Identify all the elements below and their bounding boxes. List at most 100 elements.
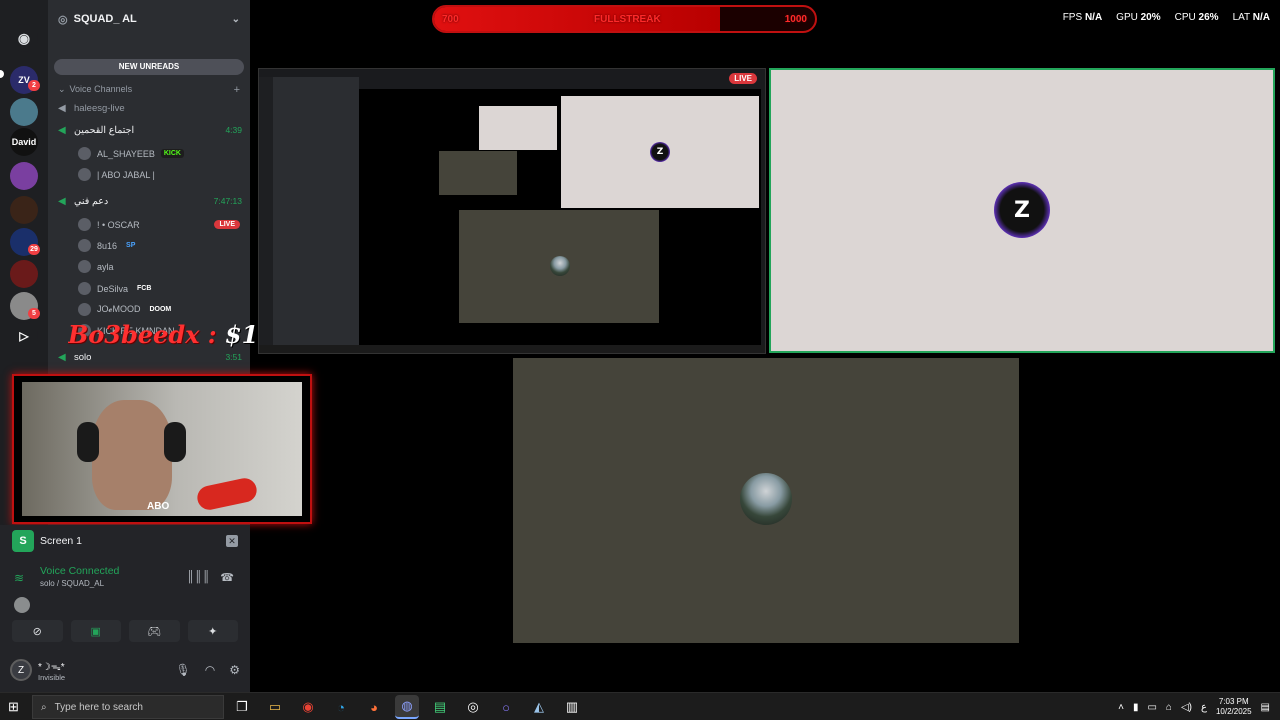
participant-tile[interactable] [513, 358, 1019, 643]
chevron-up-icon[interactable]: ˄ [1118, 702, 1124, 713]
avatar [78, 239, 91, 252]
language-indicator[interactable]: ع [1201, 702, 1207, 713]
voice-user[interactable]: 8u16 SP [78, 237, 240, 254]
channel-timer: 7:47:13 [213, 196, 242, 206]
mic-icon[interactable]: 🎙︎ [176, 663, 191, 677]
new-unreads-button[interactable]: NEW UNREADS [54, 59, 244, 75]
desktop: ◉ ZV 2 David 29 5 ▷ ◎ SQUAD_ AL ⌄ NEW UN… [0, 0, 1280, 720]
file-explorer-icon[interactable]: ▭ [263, 695, 287, 719]
voice-user[interactable]: ! • OSCAR LIVE [78, 216, 240, 233]
obs-icon[interactable]: ◎ [461, 695, 485, 719]
logo-avatar: Z [994, 182, 1050, 238]
screen-share-icon: S [12, 530, 34, 552]
server-header[interactable]: ◎ SQUAD_ AL ⌄ [48, 0, 250, 38]
doom-tag: DOOM [149, 306, 172, 313]
discord-home-icon[interactable]: ◉ [10, 24, 38, 52]
system-tray: ˄ ▮ ▭ ⌂ ◁) ع 7:03 PM 10/2/2025 ▤ [1118, 696, 1270, 718]
voice-user[interactable]: JO𝓮MOOD DOOM [78, 301, 240, 318]
user-name: DeSilva [97, 283, 129, 294]
participant-tile-speaking[interactable]: Z [769, 68, 1275, 353]
user-controls: 🎙︎ ◠ ⚙ [176, 663, 240, 677]
voice-channel[interactable]: ◀ اجتماع القحمين 4:39 [58, 122, 242, 138]
voice-connected-label[interactable]: Voice Connected [40, 565, 119, 577]
server-icon-7[interactable] [10, 260, 38, 288]
share-screen-button[interactable]: ▣ [70, 620, 121, 642]
app-green-icon[interactable]: ▤ [428, 695, 452, 719]
edge-icon[interactable]: ◔ [329, 695, 353, 719]
cpu-stat: CPU 26% [1174, 12, 1219, 23]
user-name: AL_SHAYEEB [97, 148, 155, 159]
voice-location[interactable]: solo / SQUAD_AL [40, 579, 104, 588]
volume-icon[interactable]: ◁) [1181, 702, 1192, 713]
disconnect-icon[interactable]: ☎ [220, 571, 234, 584]
voice-channel[interactable]: ◀ haleesg-live [58, 100, 242, 116]
chrome-icon[interactable]: ◉ [296, 695, 320, 719]
user-info[interactable]: *☽ᯓ* Invisible [38, 659, 65, 682]
network-icon[interactable]: ⌂ [1166, 702, 1172, 713]
channel-name: solo [74, 351, 92, 363]
app-ring-icon[interactable]: ○ [494, 695, 518, 719]
unread-badge: 2 [28, 80, 40, 91]
server-icon-5[interactable] [10, 196, 38, 224]
screen-share-row[interactable]: S Screen 1 ✕ [12, 529, 238, 553]
donation-separator: : [207, 320, 217, 349]
chevron-down-icon[interactable]: ⌄ [232, 14, 240, 25]
avatar [78, 168, 91, 181]
gear-icon[interactable]: ⚙ [229, 663, 240, 677]
unread-badge: 29 [28, 244, 40, 255]
server-icon-david[interactable]: David [10, 128, 38, 156]
microphone [195, 476, 259, 512]
nested-tile [439, 151, 517, 195]
clock[interactable]: 7:03 PM 10/2/2025 [1216, 697, 1252, 717]
fps-stat: FPS N/A [1062, 12, 1103, 23]
voice-channel-solo[interactable]: ◀ solo 3:51 [58, 349, 242, 365]
voice-user[interactable]: ayla [78, 258, 240, 275]
task-view-icon[interactable]: ❐ [230, 695, 254, 719]
speaker-icon: ◀ [58, 352, 66, 363]
play-icon[interactable]: ▷ [10, 322, 38, 350]
fcb-tag: FCB [137, 285, 152, 292]
channel-name: دعم فني [74, 195, 109, 207]
add-channel-icon[interactable]: + [234, 84, 240, 96]
server-icon-2[interactable] [10, 98, 38, 126]
nested-car-avatar [550, 256, 570, 276]
speaker-icon: ◀ [58, 103, 66, 114]
windows-start-icon[interactable]: ⊞ [8, 699, 24, 715]
server-icon-4[interactable] [10, 162, 38, 190]
voice-user[interactable]: | ABO JABAL | [78, 166, 240, 183]
headset-icon[interactable]: ◠ [205, 663, 215, 677]
steam-icon[interactable]: ◭ [527, 695, 551, 719]
chevron-icon: ⌄ [58, 84, 66, 94]
camera-off-button[interactable]: ⊘ [12, 620, 63, 642]
voice-channel[interactable]: ◀ دعم فني 7:47:13 [58, 193, 242, 209]
firefox-icon[interactable]: ◕ [362, 695, 386, 719]
usb-icon[interactable]: ▭ [1147, 702, 1156, 713]
search-placeholder: Type here to search [54, 701, 143, 713]
soundboard-button[interactable]: ✦ [187, 620, 238, 642]
epic-games-icon[interactable]: ▥ [560, 695, 584, 719]
close-icon[interactable]: ✕ [226, 535, 238, 547]
user-name: *☽ᯓ* [38, 661, 65, 673]
signal-icon: ≋ [14, 571, 25, 585]
mic-tray-icon[interactable]: ▮ [1133, 702, 1139, 713]
noise-suppression-icon[interactable]: ║║║ [187, 571, 210, 583]
channel-timer: 4:39 [225, 125, 242, 135]
server-shield-icon: ◎ [58, 13, 68, 26]
activity-button[interactable]: 🎮︎ [129, 620, 180, 642]
speaker-icon: ◀ [58, 196, 66, 207]
voice-user[interactable]: DeSilva FCB [78, 280, 240, 297]
screen-share-label: Screen 1 [40, 535, 83, 547]
nested-rail [259, 77, 273, 345]
screen-share-tile[interactable]: Z LIVE [258, 68, 766, 354]
nested-tile [479, 106, 557, 150]
voice-category[interactable]: ⌄ Voice Channels + [58, 84, 240, 96]
voice-status: ≋ Voice Connected solo / SQUAD_AL ║║║ ☎ [14, 565, 236, 593]
donor-name: Bo3beedx [68, 320, 200, 349]
taskbar-search[interactable]: ⌕ Type here to search [32, 695, 224, 719]
discord-icon[interactable]: ◍ [395, 695, 419, 719]
notifications-icon[interactable]: ▤ [1261, 702, 1270, 713]
voice-user[interactable]: AL_SHAYEEB KICK [78, 145, 240, 162]
avatar [78, 147, 91, 160]
user-avatar[interactable]: Z [10, 659, 32, 681]
user-name: JO𝓮MOOD [97, 304, 141, 314]
